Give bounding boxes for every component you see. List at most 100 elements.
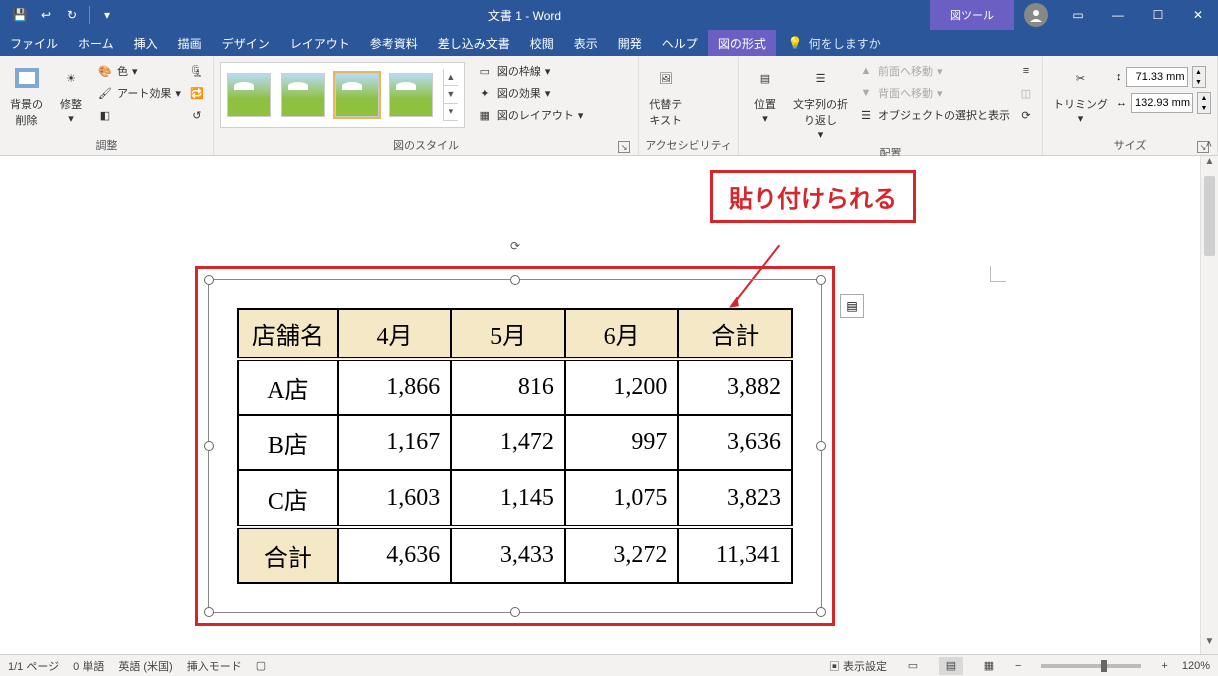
table-row: A店 1,8668161,2003,882 (238, 359, 792, 415)
tab-draw[interactable]: 描画 (168, 30, 212, 56)
tab-review[interactable]: 校閲 (520, 30, 564, 56)
display-settings-button[interactable]: ▣ 表示設定 (829, 658, 887, 674)
redo-button[interactable]: ↻ (60, 3, 84, 27)
tab-design[interactable]: デザイン (212, 30, 280, 56)
width-icon: ↔ (1116, 97, 1127, 109)
reset-picture-button[interactable]: ↺ (187, 104, 207, 126)
transparency-button[interactable]: ◧ (95, 104, 183, 126)
word-count[interactable]: 0 単語 (73, 658, 104, 674)
wrap-text-button[interactable]: ☰文字列の折 り返し▾ (789, 60, 852, 143)
view-print-layout[interactable]: ▤ (939, 657, 963, 675)
selection-pane-button[interactable]: ☰オブジェクトの選択と表示 (856, 104, 1012, 126)
tab-view[interactable]: 表示 (564, 30, 608, 56)
bring-forward-icon: ▲ (858, 63, 874, 79)
corrections-button[interactable]: ☀ 修整▾ (51, 60, 91, 127)
zoom-percentage[interactable]: 120% (1182, 660, 1210, 672)
width-input[interactable] (1131, 93, 1193, 113)
style-thumb-3[interactable] (335, 73, 379, 117)
rotate-button[interactable]: ⟳ (1016, 104, 1036, 126)
window-title: 文書 1 - Word (119, 7, 930, 24)
zoom-slider[interactable] (1041, 664, 1141, 668)
picture-effects-button[interactable]: ✦図の効果▾ (475, 82, 586, 104)
tab-picture-format[interactable]: 図の形式 (708, 30, 776, 56)
picture-layout-button[interactable]: ▦図のレイアウト▾ (475, 104, 586, 126)
handle-bc[interactable] (510, 607, 520, 617)
send-backward-button[interactable]: ▼背面へ移動▾ (856, 82, 1012, 104)
macro-record-icon[interactable]: ▢ (256, 659, 266, 672)
tab-file[interactable]: ファイル (0, 30, 68, 56)
tell-me-search[interactable]: 💡 何をしますか (776, 30, 881, 56)
style-thumb-1[interactable] (227, 73, 271, 117)
table-row: B店 1,1671,4729973,636 (238, 415, 792, 470)
page-indicator[interactable]: 1/1 ページ (8, 658, 59, 674)
color-button[interactable]: 🎨色▾ (95, 60, 183, 82)
position-button[interactable]: ▤位置▾ (745, 60, 785, 127)
maximize-button[interactable]: ☐ (1138, 0, 1178, 30)
undo-button[interactable]: ↩ (34, 3, 58, 27)
picture-border-button[interactable]: ▭図の枠線▾ (475, 60, 586, 82)
artistic-icon: 🖌 (97, 85, 113, 101)
alt-text-icon: 🖼 (650, 62, 682, 94)
scroll-down-button[interactable]: ▼ (1201, 636, 1218, 654)
bring-forward-button[interactable]: ▲前面へ移動▾ (856, 60, 1012, 82)
handle-br[interactable] (816, 607, 826, 617)
tab-help[interactable]: ヘルプ (652, 30, 708, 56)
compress-pictures-button[interactable]: 🗜 (187, 60, 207, 82)
handle-bl[interactable] (204, 607, 214, 617)
style-thumb-2[interactable] (281, 73, 325, 117)
scroll-up-button[interactable]: ▲ (1201, 156, 1218, 174)
tab-developer[interactable]: 開発 (608, 30, 652, 56)
group-icon: ◫ (1018, 85, 1034, 101)
tab-layout[interactable]: レイアウト (280, 30, 360, 56)
height-icon: ↕ (1116, 71, 1122, 83)
group-size: ✂トリミング▾ ↕ ▲▼ ↔ ▲▼ サイズ↘ (1043, 56, 1218, 155)
crop-button[interactable]: ✂トリミング▾ (1049, 60, 1112, 127)
layout-options-button[interactable]: ▤ (840, 294, 864, 318)
view-read-mode[interactable]: ▭ (901, 657, 925, 675)
handle-ml[interactable] (204, 441, 214, 451)
align-button[interactable]: ≡ (1016, 60, 1036, 82)
tab-references[interactable]: 参考資料 (360, 30, 428, 56)
save-button[interactable]: 💾 (8, 3, 32, 27)
tab-insert[interactable]: 挿入 (124, 30, 168, 56)
th-apr: 4月 (338, 309, 452, 359)
pasted-picture[interactable]: 店舗名 4月 5月 6月 合計 A店 1,8668161,2003,882 B店 (237, 308, 793, 584)
tab-mailings[interactable]: 差し込み文書 (428, 30, 520, 56)
style-thumb-4[interactable] (389, 73, 433, 117)
close-button[interactable]: ✕ (1178, 0, 1218, 30)
handle-tr[interactable] (816, 275, 826, 285)
picture-styles-gallery[interactable]: ▲▼▾ (220, 62, 465, 128)
picture-selection[interactable]: 店舗名 4月 5月 6月 合計 A店 1,8668161,2003,882 B店 (208, 279, 822, 613)
ribbon-display-options[interactable]: ▭ (1058, 0, 1098, 30)
tell-me-placeholder: 何をしますか (809, 35, 881, 52)
gallery-scroll[interactable]: ▲▼▾ (443, 69, 458, 121)
artistic-effects-button[interactable]: 🖌アート効果▾ (95, 82, 183, 104)
height-input[interactable] (1126, 67, 1188, 87)
th-store: 店舗名 (238, 309, 338, 359)
language-indicator[interactable]: 英語 (米国) (118, 658, 172, 674)
tab-home[interactable]: ホーム (68, 30, 124, 56)
change-picture-button[interactable]: 🔁 (187, 82, 207, 104)
remove-background-button[interactable]: 背景の 削除 (6, 60, 47, 130)
group-button[interactable]: ◫ (1016, 82, 1036, 104)
account-avatar[interactable] (1024, 3, 1048, 27)
vertical-scrollbar[interactable]: ▲ ▼ (1200, 156, 1218, 654)
view-web-layout[interactable]: ▦ (977, 657, 1001, 675)
qat-customize[interactable]: ▾ (95, 3, 119, 27)
rotation-handle[interactable]: ⟳ (506, 237, 524, 255)
collapse-ribbon-button[interactable]: ˄ (1206, 139, 1212, 151)
scroll-thumb[interactable] (1204, 176, 1215, 256)
alt-text-button[interactable]: 🖼 代替テ キスト (645, 60, 686, 130)
handle-tc[interactable] (510, 275, 520, 285)
width-spinner[interactable]: ▲▼ (1197, 92, 1211, 114)
handle-mr[interactable] (816, 441, 826, 451)
styles-launcher[interactable]: ↘ (618, 141, 630, 153)
zoom-out-button[interactable]: − (1015, 660, 1021, 672)
handle-tl[interactable] (204, 275, 214, 285)
th-jun: 6月 (565, 309, 679, 359)
zoom-in-button[interactable]: + (1161, 660, 1167, 672)
height-spinner[interactable]: ▲▼ (1192, 66, 1206, 88)
minimize-button[interactable]: — (1098, 0, 1138, 30)
insert-mode-indicator[interactable]: 挿入モード (187, 658, 242, 674)
document-area[interactable]: 貼り付けられる ⟳ 店舗名 4月 5月 (0, 156, 1218, 654)
